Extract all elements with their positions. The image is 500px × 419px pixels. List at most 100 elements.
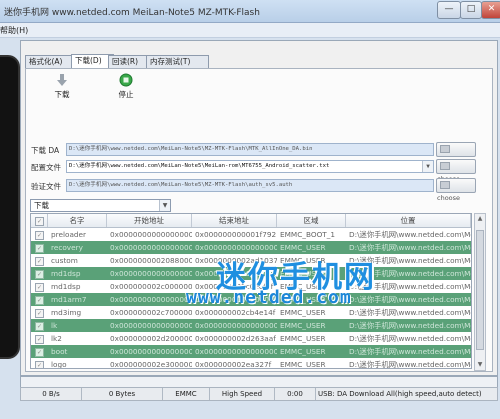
minimize-button[interactable]: — [437, 1, 461, 19]
cell-name: recovery [51, 243, 83, 252]
status-bytes: 0 Bytes [82, 388, 163, 400]
header-select-all[interactable]: ✓ [31, 214, 48, 227]
cell-end: 0x000000002d263aaf [195, 334, 276, 343]
table-header: ✓ 名字 开始地址 结束地址 区域 位置 [31, 214, 471, 228]
row-checkbox[interactable]: ✓ [35, 348, 44, 357]
auth-path-field[interactable]: D:\迷你手机网\www.netded.com\MeiLan-Note5\MZ-… [66, 179, 434, 192]
cell-end: 0x000000000001f792 [195, 230, 277, 239]
stop-button[interactable]: 停止 [106, 73, 146, 100]
folder-icon [440, 162, 450, 170]
download-tab-content: 下载 停止 下载 DA D:\迷你手机网\www.netded.com\MeiL… [25, 68, 493, 372]
status-message: USB: DA Download All(high speed,auto det… [318, 390, 482, 398]
stop-button-label: 停止 [118, 90, 134, 99]
phone-image [0, 55, 20, 359]
download-mode-value: 下载 [34, 201, 49, 210]
cell-location: D:\迷你手机网\www.netded.com\Mei... [349, 308, 471, 317]
row-checkbox[interactable]: ✓ [35, 296, 44, 305]
table-row[interactable]: ✓ logo 0x000000002e300000 0x000000002ea327f… [31, 358, 471, 369]
watermark-url: www.netded.com [186, 287, 352, 308]
table-row[interactable]: ✓ lk2 0x000000002d200000 0x000000002d263aaf… [31, 332, 471, 346]
row-checkbox[interactable]: ✓ [35, 322, 44, 331]
table-row[interactable]: ✓ boot 0x0000000000000000 0x000000000000000… [31, 345, 471, 359]
row-checkbox[interactable]: ✓ [35, 361, 44, 368]
cell-start: 0x000000002c000000 [110, 282, 192, 291]
select-all-checkbox[interactable]: ✓ [35, 217, 44, 226]
close-button[interactable]: ✕ [481, 1, 500, 19]
da-path-field[interactable]: D:\迷你手机网\www.netded.com\MeiLan-Note5\MZ-… [66, 143, 434, 156]
scroll-down-icon[interactable]: ▼ [475, 360, 485, 370]
header-end-address[interactable]: 结束地址 [192, 214, 277, 227]
scrollbar-thumb[interactable] [476, 230, 484, 350]
cell-region: EMMC_USER [280, 347, 326, 356]
cell-start: 0x000000002d200000 [110, 334, 192, 343]
cell-end: 0x0000000000000000 [195, 347, 277, 356]
cell-location: D:\迷你手机网\www.netded.com\Mei... [349, 360, 471, 369]
cell-region: EMMC_USER [280, 360, 326, 369]
cell-name: logo [51, 360, 67, 369]
table-row[interactable]: ✓ preloader 0x0000000000000000 0x0000000000… [31, 228, 471, 242]
download-mode-select[interactable]: 下载 ▼ [30, 199, 171, 212]
cell-start: 0x0000000000000000 [110, 230, 192, 239]
cell-name: lk [51, 321, 58, 330]
tab-memory-test[interactable]: 内存测试(T) [146, 55, 209, 68]
row-checkbox[interactable]: ✓ [35, 244, 44, 253]
cell-name: md3img [51, 308, 82, 317]
folder-icon [440, 181, 450, 189]
scatter-path-combo[interactable]: D:\迷你手机网\www.netded.com\MeiLan-Note5\Mei… [66, 160, 434, 173]
row-checkbox[interactable]: ✓ [35, 257, 44, 266]
cell-region: EMMC_BOOT_1 [280, 230, 336, 239]
status-time: 0:00 [275, 388, 316, 400]
row-checkbox[interactable]: ✓ [35, 335, 44, 344]
cell-end: 0x000000002ea327f [195, 360, 272, 369]
title-bar: 迷你手机网 www.netded.com MeiLan-Note5 MZ-MTK… [0, 0, 500, 23]
table-scrollbar[interactable]: ▲ ▼ [474, 213, 486, 371]
cell-name: md1dsp [51, 269, 81, 278]
cell-region: EMMC_USER [280, 321, 326, 330]
auth-choose-button[interactable]: choose [436, 178, 476, 202]
menu-bar: 帮助(H) [0, 23, 500, 38]
cell-start: 0x0000000000000000 [110, 347, 192, 356]
stop-icon [119, 73, 133, 87]
header-location[interactable]: 位置 [346, 214, 471, 227]
menu-item-help[interactable]: 帮助(H) [0, 25, 28, 36]
cell-location: D:\迷你手机网\www.netded.com\Mei... [349, 321, 471, 330]
folder-icon [440, 145, 450, 153]
cell-start: 0x000000002e300000 [110, 360, 192, 369]
header-start-address[interactable]: 开始地址 [107, 214, 192, 227]
table-row[interactable]: ✓ md3img 0x000000002c700000 0x000000002cb4e… [31, 306, 471, 320]
row-checkbox[interactable]: ✓ [35, 283, 44, 292]
scroll-up-icon[interactable]: ▲ [475, 214, 485, 224]
cell-start: 0x0000000000000000 [110, 321, 192, 330]
cell-name: custom [51, 256, 78, 265]
cell-name: lk2 [51, 334, 62, 343]
auth-choose-label: choose [437, 194, 461, 202]
cell-end: 0x0000000000000000 [195, 321, 277, 330]
status-bar: 0 B/s 0 Bytes EMMC High Speed 0:00 USB: … [20, 387, 498, 401]
cell-region: EMMC_USER [280, 334, 326, 343]
scatter-choose-button[interactable]: choose [436, 159, 476, 183]
download-button-label: 下载 [54, 90, 70, 99]
scatter-label: 配置文件 [31, 163, 61, 172]
maximize-button[interactable]: □ [460, 1, 482, 19]
cell-location: D:\迷你手机网\www.netded.com\Mei... [349, 230, 471, 239]
cell-start: 0x0000000000000000 [110, 295, 192, 304]
da-choose-button[interactable]: choose [436, 142, 476, 166]
header-region[interactable]: 区域 [277, 214, 346, 227]
cell-location: D:\迷你手机网\www.netded.com\Mei... [349, 347, 471, 356]
tab-format[interactable]: 格式化(A) [25, 55, 77, 68]
cell-name: preloader [51, 230, 87, 239]
chevron-down-icon[interactable]: ▼ [159, 200, 170, 211]
table-row[interactable]: ✓ lk 0x0000000000000000 0x0000000000000000 E… [31, 319, 471, 333]
cell-location: D:\迷你手机网\www.netded.com\Mei... [349, 334, 471, 343]
row-checkbox[interactable]: ✓ [35, 270, 44, 279]
download-arrow-icon [57, 74, 67, 86]
cell-name: boot [51, 347, 68, 356]
chevron-down-icon[interactable]: ▼ [422, 161, 433, 172]
row-checkbox[interactable]: ✓ [35, 309, 44, 318]
cell-start: 0x0000000000000000 [110, 243, 192, 252]
download-button[interactable]: 下载 [42, 73, 82, 100]
cell-start: 0x0000000000000000 [110, 269, 192, 278]
header-name[interactable]: 名字 [48, 214, 107, 227]
status-storage: EMMC [163, 388, 210, 400]
row-checkbox[interactable]: ✓ [35, 231, 44, 240]
